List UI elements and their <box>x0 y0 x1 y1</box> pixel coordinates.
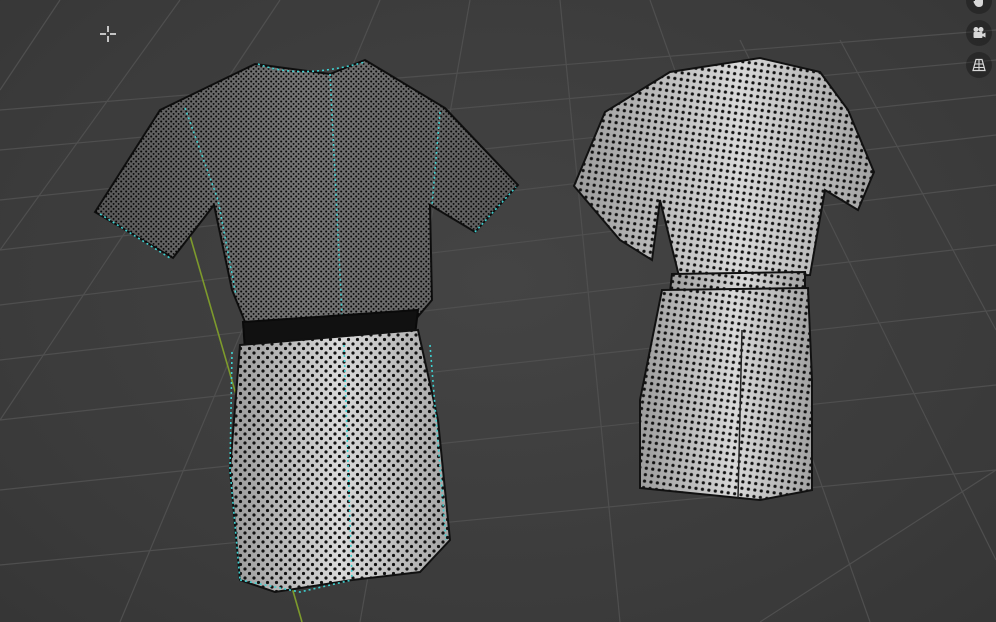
navigation-gizmo <box>966 0 992 78</box>
scene-canvas[interactable] <box>0 0 996 622</box>
garment-left[interactable] <box>93 58 520 594</box>
camera-view-button[interactable] <box>966 20 992 46</box>
3d-viewport[interactable] <box>0 0 996 622</box>
garment-right[interactable] <box>572 56 876 502</box>
floor-grid <box>0 0 996 622</box>
toggle-perspective-button[interactable] <box>966 52 992 78</box>
perspective-grid-icon <box>972 58 986 72</box>
pan-view-button[interactable] <box>966 0 992 14</box>
hand-pan-icon <box>973 0 983 7</box>
camera-icon <box>973 27 986 38</box>
crosshair-cursor-icon <box>100 26 116 42</box>
